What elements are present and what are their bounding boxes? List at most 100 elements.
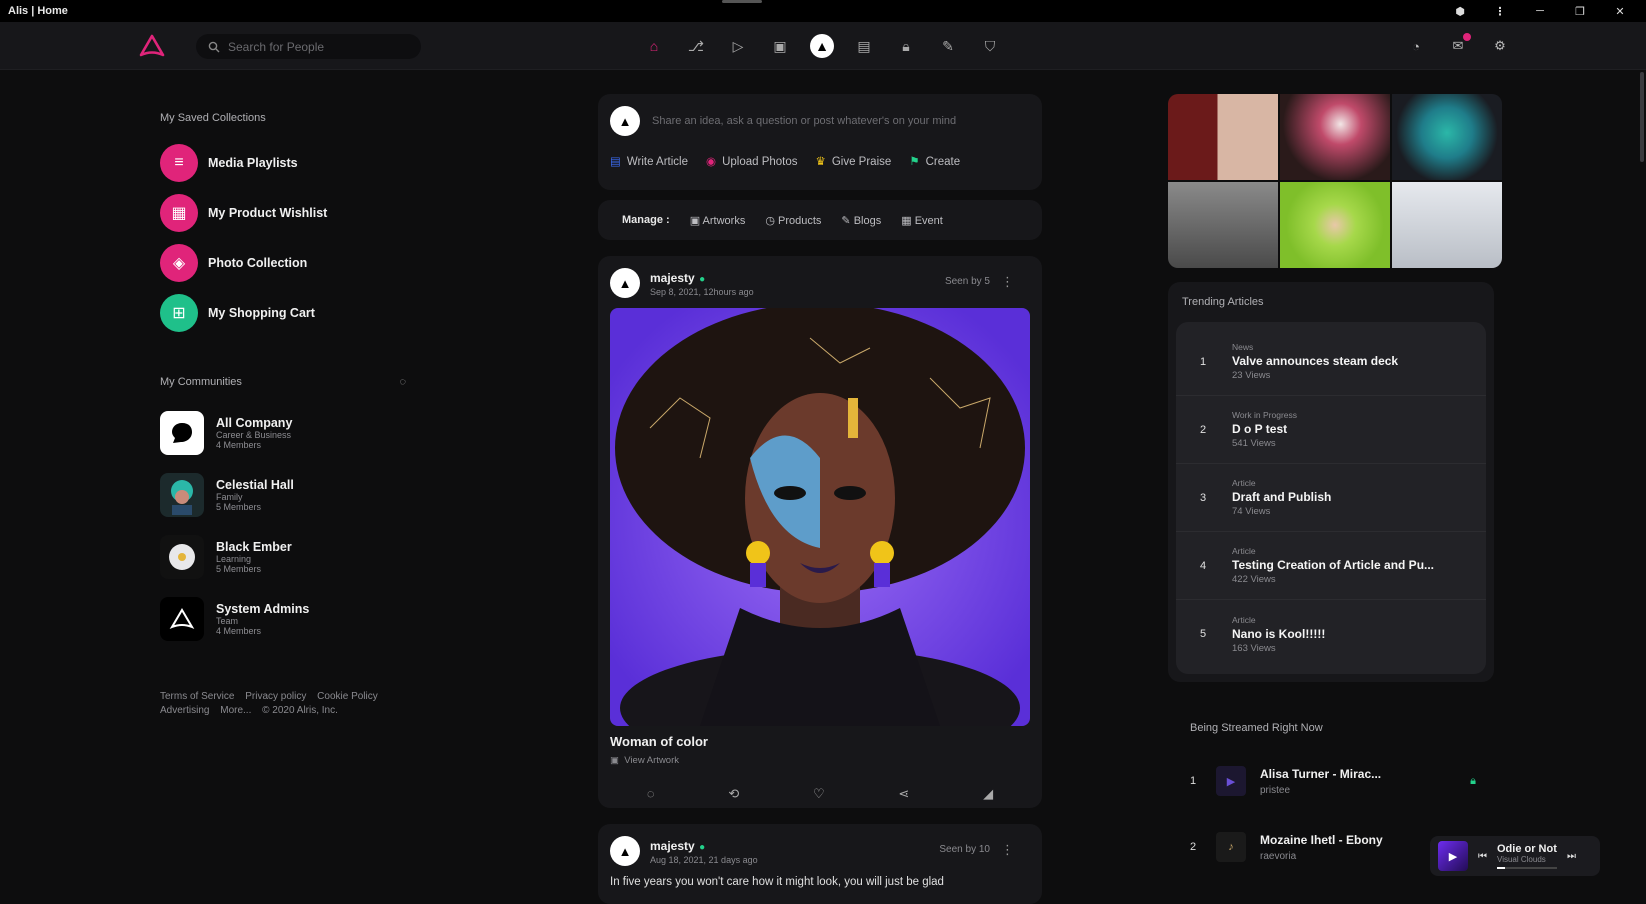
comment-icon[interactable]: ◌: [647, 786, 655, 802]
repost-icon[interactable]: ⟲: [728, 786, 739, 802]
lightbulb-icon[interactable]: ◔: [1405, 35, 1427, 57]
settings-icon[interactable]: ⚙: [1489, 35, 1511, 57]
collection-photo[interactable]: ◈ Photo Collection: [160, 238, 430, 288]
player-progress[interactable]: [1497, 867, 1557, 869]
minimize-icon[interactable]: ─: [1520, 3, 1560, 19]
trending-rank: 1: [1200, 355, 1207, 368]
trending-item[interactable]: 5 Article Nano is Kool!!!!! 163 Views: [1176, 600, 1486, 668]
create-icon: ⚑: [909, 156, 920, 168]
home-icon[interactable]: ⌂: [640, 33, 668, 59]
trending-rank: 3: [1200, 491, 1207, 504]
like-icon[interactable]: ♡: [813, 786, 825, 802]
extension-icon[interactable]: ⬢: [1440, 3, 1480, 19]
terms-link[interactable]: Terms of Service: [160, 691, 234, 702]
more-options-icon[interactable]: ⋮: [1001, 842, 1014, 858]
community-celestial-hall[interactable]: Celestial Hall Family 5 Members: [160, 464, 430, 526]
trending-views: 541 Views: [1232, 438, 1276, 449]
article-icon[interactable]: ▤: [850, 33, 878, 59]
alis-logo-icon[interactable]: [138, 33, 166, 59]
community-name: Celestial Hall: [216, 478, 294, 492]
post-author-name[interactable]: majesty: [650, 271, 695, 285]
mini-player: ▶ ⏮ Odie or Not Visual Clouds ⏭: [1430, 836, 1600, 876]
stream-rank: 1: [1190, 775, 1197, 787]
upload-photos-button[interactable]: ◉ Upload Photos: [706, 154, 798, 168]
gallery-image[interactable]: [1392, 94, 1502, 180]
share-tree-icon[interactable]: ⎇: [682, 33, 710, 59]
manage-artworks-button[interactable]: ▣ Artworks: [690, 214, 746, 227]
video-icon[interactable]: ▷: [724, 33, 752, 59]
shield-icon[interactable]: ⛉: [976, 33, 1004, 59]
gallery-image[interactable]: [1392, 182, 1502, 268]
trending-item[interactable]: 1 News Valve announces steam deck 23 Views: [1176, 328, 1486, 396]
write-article-button[interactable]: ▤ Write Article: [610, 154, 688, 168]
close-icon[interactable]: ✕: [1600, 3, 1640, 19]
chat-icon[interactable]: ✎: [934, 33, 962, 59]
add-community-icon[interactable]: ◌: [399, 376, 406, 388]
collection-shopping-cart[interactable]: ⊞ My Shopping Cart: [160, 288, 430, 338]
community-system-admins[interactable]: System Admins Team 4 Members: [160, 588, 430, 650]
cookie-link[interactable]: Cookie Policy: [317, 691, 378, 702]
gallery-image[interactable]: [1280, 94, 1390, 180]
community-black-ember[interactable]: Black Ember Learning 5 Members: [160, 526, 430, 588]
previous-track-icon[interactable]: ⏮: [1478, 851, 1487, 862]
product-icon: ◷: [765, 214, 775, 227]
advertising-link[interactable]: Advertising: [160, 705, 209, 716]
trending-category: News: [1232, 342, 1254, 352]
lock-icon: 🔒︎: [1470, 774, 1476, 787]
post-artwork-image[interactable]: [610, 308, 1030, 726]
manage-blogs-button[interactable]: ✎ Blogs: [841, 214, 881, 227]
post-author-avatar[interactable]: ▲: [610, 836, 640, 866]
trending-views: 23 Views: [1232, 370, 1271, 381]
image-icon[interactable]: ▣: [766, 33, 794, 59]
collection-label: Photo Collection: [208, 256, 308, 270]
collection-label: My Product Wishlist: [208, 206, 328, 220]
community-avatar: [160, 597, 204, 641]
community-all-company[interactable]: All Company Career & Business 4 Members: [160, 402, 430, 464]
gallery-image[interactable]: [1168, 94, 1278, 180]
trending-item[interactable]: 4 Article Testing Creation of Article and…: [1176, 532, 1486, 600]
communities-title: My Communities: [160, 376, 242, 388]
player-info: Odie or Not Visual Clouds: [1497, 843, 1557, 869]
verified-icon: ●: [699, 842, 706, 853]
privacy-link[interactable]: Privacy policy: [245, 691, 306, 702]
manage-products-button[interactable]: ◷ Products: [765, 214, 821, 227]
drag-handle[interactable]: [722, 0, 762, 3]
artwork-icon: ▣: [610, 755, 619, 766]
kebab-menu-icon[interactable]: ⋮: [1480, 3, 1520, 19]
trending-item[interactable]: 3 Article Draft and Publish 74 Views: [1176, 464, 1486, 532]
avatar-art-icon: [171, 480, 193, 515]
view-artwork-link[interactable]: ▣ View Artwork: [610, 755, 1030, 766]
trending-title-text: Draft and Publish: [1232, 490, 1332, 504]
community-info: All Company Career & Business 4 Members: [216, 416, 292, 450]
lock-icon[interactable]: 🔒︎: [892, 33, 920, 59]
trending-rank: 4: [1200, 559, 1207, 572]
trending-item[interactable]: 2 Work in Progress D o P test 541 Views: [1176, 396, 1486, 464]
gallery-image[interactable]: [1168, 182, 1278, 268]
maximize-icon[interactable]: ❐: [1560, 3, 1600, 19]
give-praise-button[interactable]: ♛ Give Praise: [816, 154, 892, 168]
composer-prompt[interactable]: Share an idea, ask a question or post wh…: [652, 115, 956, 127]
post-title[interactable]: Woman of color: [610, 734, 1030, 749]
page-scrollbar[interactable]: [1640, 72, 1644, 162]
seen-count[interactable]: Seen by 5: [945, 276, 990, 287]
gallery-image[interactable]: [1280, 182, 1390, 268]
stream-item[interactable]: 1 ▶ Alisa Turner - Mirac... pristee 🔒︎: [1190, 748, 1504, 814]
share-icon[interactable]: ⋖: [898, 786, 909, 802]
create-button[interactable]: ⚑ Create: [909, 154, 960, 168]
messages-icon[interactable]: ✉: [1447, 33, 1471, 57]
search-input[interactable]: [228, 39, 408, 54]
more-link[interactable]: More...: [220, 705, 251, 716]
post-author-name[interactable]: majesty: [650, 839, 695, 853]
post-author-avatar[interactable]: ▲: [610, 268, 640, 298]
stats-icon[interactable]: ◢: [983, 786, 993, 802]
player-thumbnail[interactable]: ▶: [1438, 841, 1468, 871]
more-options-icon[interactable]: ⋮: [1001, 274, 1014, 290]
alis-home-icon[interactable]: ▲: [810, 34, 834, 58]
trending-title-text: Valve announces steam deck: [1232, 354, 1399, 368]
collection-media-playlists[interactable]: ≡ Media Playlists: [160, 138, 430, 188]
next-track-icon[interactable]: ⏭: [1567, 851, 1576, 862]
community-type: Learning: [216, 554, 252, 564]
seen-count[interactable]: Seen by 10: [939, 844, 990, 855]
collection-product-wishlist[interactable]: ▦ My Product Wishlist: [160, 188, 430, 238]
manage-event-button[interactable]: ▦ Event: [901, 214, 943, 227]
